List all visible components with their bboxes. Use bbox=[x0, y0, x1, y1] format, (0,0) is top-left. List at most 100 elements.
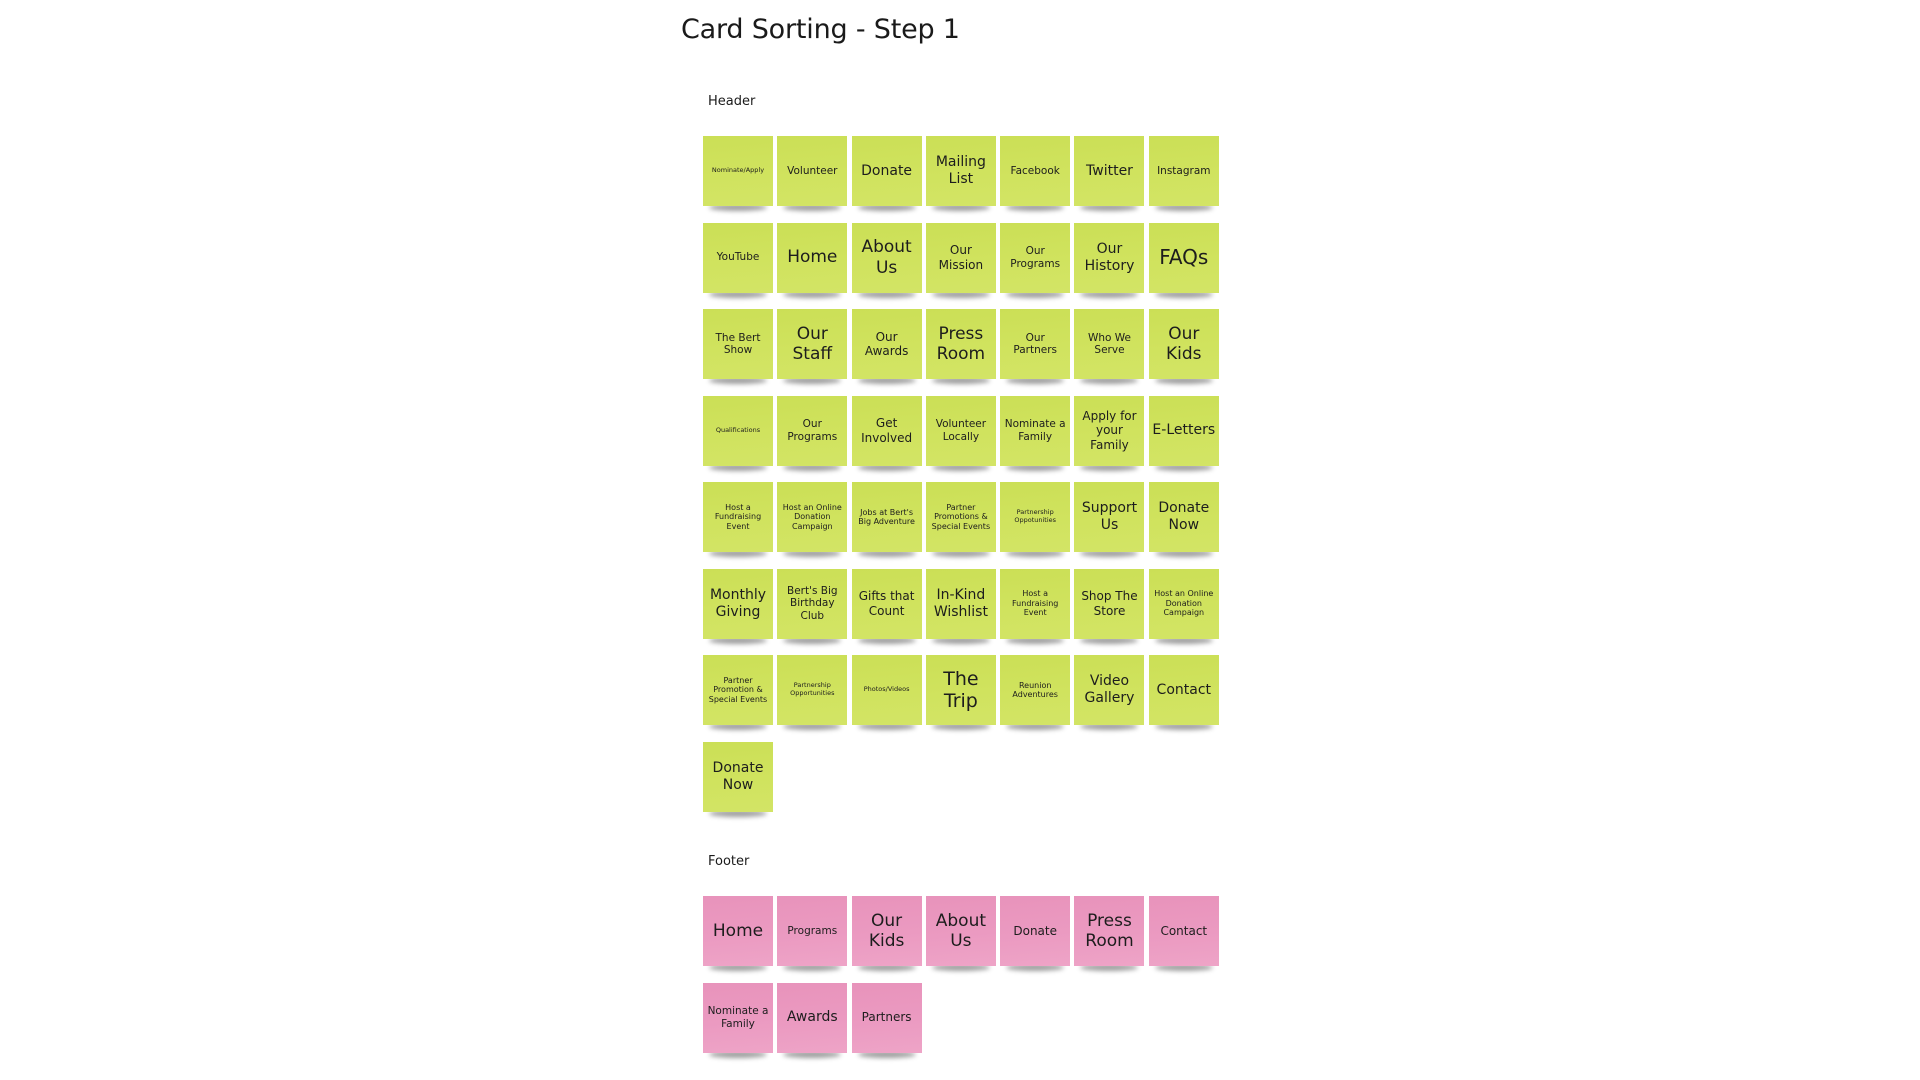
sticky-card[interactable]: Jobs at Bert's Big Adventure bbox=[851, 482, 922, 552]
card-label: The Bert Show bbox=[715, 331, 761, 356]
sticky-card[interactable]: Bert's Big Birthday Club bbox=[777, 568, 848, 639]
card-label: Host an Online Donation Campaign bbox=[782, 502, 842, 531]
sticky-card[interactable]: Our Mission bbox=[925, 222, 996, 293]
sticky-card[interactable]: Shop The Store bbox=[1074, 568, 1145, 639]
sticky-card[interactable]: Photos/Videos bbox=[851, 655, 922, 725]
card-label: Donate Now bbox=[1158, 500, 1210, 533]
sticky-card[interactable]: E-Letters bbox=[1148, 395, 1219, 466]
card-label: Nominate a Family bbox=[707, 1005, 769, 1030]
sticky-card[interactable]: Gifts that Count bbox=[851, 568, 922, 639]
card-label: Awards bbox=[786, 1009, 838, 1026]
sticky-card[interactable]: Reunion Adventures bbox=[1000, 655, 1071, 725]
sticky-card[interactable]: Our Staff bbox=[777, 309, 848, 379]
sticky-card[interactable]: Host a Fundraising Event bbox=[703, 482, 773, 552]
card-label: Press Room bbox=[1085, 910, 1134, 951]
card-label: The Trip bbox=[943, 667, 979, 712]
sticky-card[interactable]: The Bert Show bbox=[703, 309, 773, 379]
header-group-label: Header bbox=[708, 94, 756, 109]
card-label: Qualifications bbox=[715, 425, 761, 434]
card-label: Donate bbox=[861, 162, 913, 179]
sticky-card[interactable]: Contact bbox=[1148, 896, 1219, 966]
sticky-card[interactable]: Partnership Opportunities bbox=[777, 655, 848, 725]
card-label: Video Gallery bbox=[1084, 673, 1135, 706]
card-label: Donate bbox=[1013, 923, 1057, 938]
card-label: Partners bbox=[861, 1010, 912, 1025]
sticky-card[interactable]: Nominate a Family bbox=[703, 982, 773, 1053]
card-label: Programs bbox=[787, 924, 838, 937]
sticky-card[interactable]: Volunteer bbox=[777, 136, 848, 206]
card-label: Who We Serve bbox=[1087, 331, 1131, 356]
sticky-card[interactable]: Donate bbox=[851, 136, 922, 206]
card-label: Reunion Adventures bbox=[1012, 680, 1058, 699]
card-label: Volunteer bbox=[787, 164, 838, 177]
sticky-card[interactable]: Monthly Giving bbox=[703, 568, 773, 639]
sticky-card[interactable]: Host a Fundraising Event bbox=[1000, 568, 1071, 639]
sticky-card[interactable]: Nominate a Family bbox=[1000, 395, 1071, 466]
sticky-card[interactable]: Video Gallery bbox=[1074, 655, 1145, 725]
sticky-card[interactable]: Home bbox=[777, 222, 848, 293]
card-label: Nominate/Apply bbox=[711, 166, 765, 175]
card-label: Host a Fundraising Event bbox=[1012, 589, 1059, 618]
sticky-card[interactable]: Partners bbox=[851, 982, 922, 1053]
sticky-card[interactable]: Twitter bbox=[1074, 136, 1145, 206]
sticky-card[interactable]: Partnership Oppotunities bbox=[1000, 482, 1071, 552]
sticky-card[interactable]: Donate Now bbox=[1148, 482, 1219, 552]
sticky-card[interactable]: Our History bbox=[1074, 222, 1145, 293]
sticky-card[interactable]: YouTube bbox=[703, 222, 773, 293]
card-label: Photos/Videos bbox=[863, 685, 910, 694]
card-label: Shop The Store bbox=[1081, 589, 1138, 618]
sticky-card[interactable]: Support Us bbox=[1074, 482, 1145, 552]
sticky-card[interactable]: Donate bbox=[1000, 896, 1071, 966]
card-label: Facebook bbox=[1010, 164, 1060, 177]
sticky-card[interactable]: Facebook bbox=[1000, 136, 1071, 206]
sticky-card[interactable]: Partner Promotion & Special Events bbox=[703, 655, 773, 725]
sticky-card[interactable]: Our Awards bbox=[851, 309, 922, 379]
sticky-card[interactable]: Press Room bbox=[925, 309, 996, 379]
sticky-card[interactable]: Donate Now bbox=[703, 741, 773, 812]
sticky-card[interactable]: Mailing List bbox=[925, 136, 996, 206]
sticky-card[interactable]: Our Kids bbox=[1148, 309, 1219, 379]
sticky-card[interactable]: Awards bbox=[777, 982, 848, 1053]
sticky-card[interactable]: Our Programs bbox=[1000, 222, 1071, 293]
sticky-card[interactable]: Press Room bbox=[1074, 896, 1145, 966]
card-label: Home bbox=[787, 247, 838, 268]
sticky-card[interactable]: FAQs bbox=[1148, 222, 1219, 293]
sticky-card[interactable]: In-Kind Wishlist bbox=[925, 568, 996, 639]
card-label: Volunteer Locally bbox=[935, 418, 987, 443]
sticky-card[interactable]: Apply for your Family bbox=[1074, 395, 1145, 466]
card-label: Bert's Big Birthday Club bbox=[787, 584, 838, 622]
card-label: Apply for your Family bbox=[1082, 409, 1137, 452]
sticky-card[interactable]: Host an Online Donation Campaign bbox=[1148, 568, 1219, 639]
sticky-card[interactable]: Our Partners bbox=[1000, 309, 1071, 379]
sticky-card[interactable]: Qualifications bbox=[703, 395, 773, 466]
card-label: Nominate a Family bbox=[1004, 418, 1066, 443]
card-label: Our Partners bbox=[1013, 331, 1057, 356]
card-label: Monthly Giving bbox=[709, 586, 767, 620]
sticky-card[interactable]: The Trip bbox=[925, 655, 996, 725]
card-label: Instagram bbox=[1157, 164, 1211, 177]
card-label: Our Awards bbox=[864, 329, 909, 358]
sticky-card[interactable]: Volunteer Locally bbox=[925, 395, 996, 466]
sticky-card[interactable]: Host an Online Donation Campaign bbox=[777, 482, 848, 552]
sticky-card[interactable]: Partner Promotions & Special Events bbox=[925, 482, 996, 552]
card-label: Support Us bbox=[1081, 500, 1138, 533]
card-label: Our History bbox=[1084, 240, 1135, 274]
sticky-card[interactable]: Our Programs bbox=[777, 395, 848, 466]
sticky-card[interactable]: Who We Serve bbox=[1074, 309, 1145, 379]
card-label: Partner Promotions & Special Events bbox=[931, 502, 991, 531]
card-label: Contact bbox=[1160, 923, 1208, 938]
sticky-card[interactable]: Nominate/Apply bbox=[703, 136, 773, 206]
sticky-card[interactable]: Our Kids bbox=[851, 896, 922, 966]
sticky-card[interactable]: Get Involved bbox=[851, 395, 922, 466]
sticky-card[interactable]: About Us bbox=[925, 896, 996, 966]
card-label: Get Involved bbox=[861, 416, 913, 445]
sticky-card[interactable]: Instagram bbox=[1148, 136, 1219, 206]
sticky-card[interactable]: Contact bbox=[1148, 655, 1219, 725]
sticky-card[interactable]: About Us bbox=[851, 222, 922, 293]
sticky-card[interactable]: Home bbox=[703, 896, 773, 966]
card-label: Press Room bbox=[936, 323, 986, 364]
card-label: E-Letters bbox=[1152, 422, 1216, 439]
sticky-card[interactable]: Programs bbox=[777, 896, 848, 966]
card-label: Contact bbox=[1156, 681, 1212, 698]
header-card-group: Nominate/Apply Volunteer Donate Mailing … bbox=[703, 136, 1219, 812]
